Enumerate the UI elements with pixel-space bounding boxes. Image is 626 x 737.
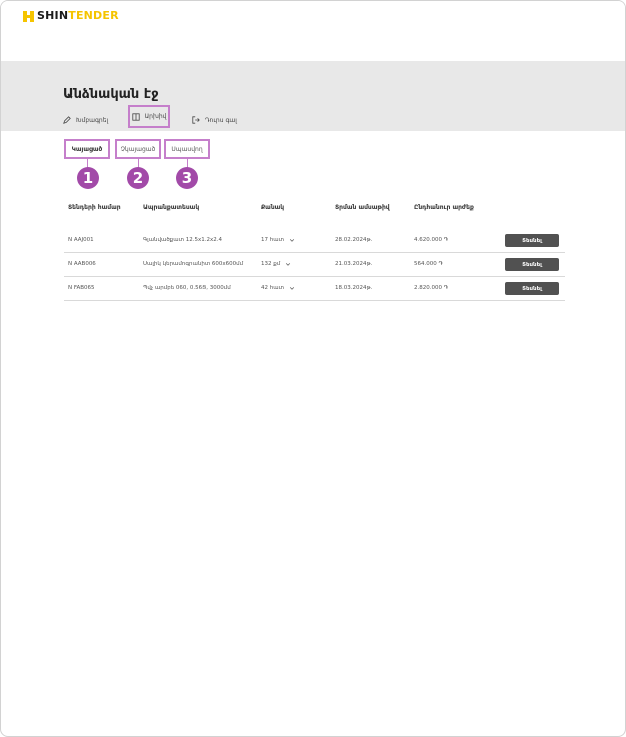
table-header: Տենդերի համար Ապրանքատեսակ Քանակ Տրման ա… [64,199,565,219]
product-name: Գլանվածքատ 12.5x1.2x2.4 [143,237,222,243]
page-title: Անձնական էջ [63,87,159,102]
marker-badge-3: 3 [176,167,198,189]
logo[interactable]: SHINTENDER [23,10,119,22]
column-header: Տրման ամսաթիվ [335,204,390,211]
quantity-dropdown[interactable]: 17 hատ [261,237,295,243]
subtab-completed[interactable]: Կայացած [64,139,110,159]
product-name: Պվչ արմբե 060, 0.56Ց, 3000մմ [143,285,231,291]
view-button[interactable]: Տեսնել [505,234,559,247]
tab-edit[interactable]: Խմբագրել [63,111,108,129]
pencil-icon [63,116,71,124]
quantity-dropdown[interactable]: 132 քմ [261,261,291,267]
tab-edit-label: Խմբագրել [76,116,109,124]
tender-number: N AAB006 [68,261,96,267]
chevron-down-icon [286,263,291,266]
tender-number: N AAJ001 [68,237,94,243]
table-row: N FAB065 Պվչ արմբե 060, 0.56Ց, 3000մմ 42… [64,277,565,301]
quantity-dropdown[interactable]: 42 hատ [261,285,295,291]
total-price: 564.000 ֏ [414,261,443,267]
column-header: Քանակ [261,204,285,211]
archive-icon [131,112,140,121]
quantity-value: 42 hատ [261,285,284,291]
column-header: Ընդհանուր արժեք [414,204,474,211]
logout-icon [192,116,200,124]
table-row: N AAB006 Սալիկ կերամոգրանիտ 600x600մմ 13… [64,253,565,277]
column-header: Տենդերի համար [68,204,121,211]
top-bar: SHINTENDER [1,1,625,61]
page-frame: SHINTENDER Անձնական էջ Խմբագրել Արխիվ Դո… [0,0,626,737]
logo-text: SHINTENDER [37,9,119,22]
subtab-pending[interactable]: Սպասվող [164,139,210,159]
marker-badge-1: 1 [77,167,99,189]
view-button[interactable]: Տեսնել [505,282,559,295]
total-price: 4.620.000 ֏ [414,237,448,243]
quantity-value: 132 քմ [261,261,281,267]
chevron-down-icon [289,287,295,290]
view-button[interactable]: Տեսնել [505,258,559,271]
chevron-down-icon [289,239,295,242]
column-header: Ապրանքատեսակ [143,204,200,211]
logo-mark-icon [23,10,34,22]
tab-logout-label: Դուրս գալ [205,116,237,124]
product-name: Սալիկ կերամոգրանիտ 600x600մմ [143,261,244,267]
profile-tabs: Խմբագրել Արխիվ Դուրս գալ [1,105,625,131]
tenders-table: Տենդերի համար Ապրանքատեսակ Քանակ Տրման ա… [64,199,565,301]
issue-date: 18.03.2024թ. [335,285,373,291]
issue-date: 21.03.2024թ. [335,261,373,267]
tender-number: N FAB065 [68,285,95,291]
subtab-failed[interactable]: Չկայացած [115,139,161,159]
issue-date: 28.02.2024թ. [335,237,373,243]
tab-archive[interactable]: Արխիվ [128,105,170,128]
quantity-value: 17 hատ [261,237,284,243]
total-price: 2.820.000 ֏ [414,285,448,291]
marker-badge-2: 2 [127,167,149,189]
table-row: N AAJ001 Գլանվածքատ 12.5x1.2x2.4 17 hատ … [64,229,565,253]
tab-archive-label: Արխիվ [144,113,167,120]
tab-logout[interactable]: Դուրս գալ [192,111,237,129]
